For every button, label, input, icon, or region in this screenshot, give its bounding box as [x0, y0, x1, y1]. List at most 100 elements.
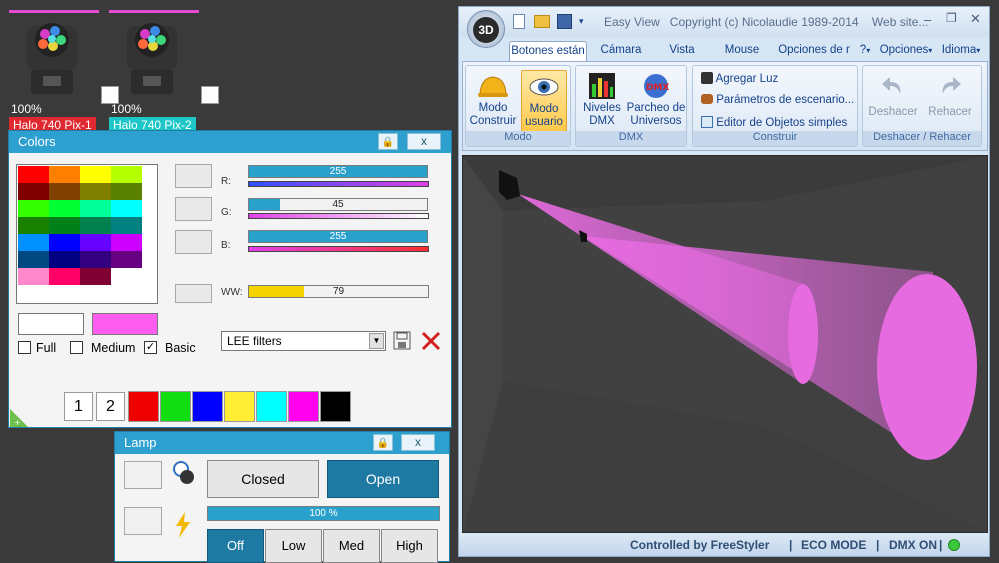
- quick-color-black[interactable]: [320, 391, 351, 422]
- dimmer-reset-button[interactable]: [124, 507, 162, 535]
- svg-text:+: +: [14, 418, 21, 427]
- palette-swatch[interactable]: [80, 268, 111, 285]
- save-icon[interactable]: [393, 331, 411, 350]
- palette-swatch[interactable]: [80, 251, 111, 268]
- palette-swatch[interactable]: [111, 234, 142, 251]
- palette-swatch[interactable]: [111, 183, 142, 200]
- palette-swatch[interactable]: [80, 200, 111, 217]
- rehacer-button[interactable]: Rehacer: [923, 70, 977, 132]
- preset-1-button[interactable]: 1: [64, 392, 93, 421]
- filter-select[interactable]: LEE filters ▼: [221, 331, 386, 351]
- open-button[interactable]: Open: [327, 460, 439, 498]
- tab-opciones[interactable]: Opciones▾: [875, 41, 937, 61]
- agregar-luz-button[interactable]: Agregar Luz: [701, 72, 778, 85]
- medium-checkbox[interactable]: [70, 341, 83, 354]
- mode-off-button[interactable]: Off: [207, 529, 264, 563]
- colors-panel-title[interactable]: Colors 🔒 x: [9, 131, 451, 153]
- quick-color-yellow[interactable]: [224, 391, 255, 422]
- palette-swatch[interactable]: [111, 217, 142, 234]
- palette-swatch[interactable]: [49, 200, 80, 217]
- fixture-1[interactable]: 100% Halo 740 Pix-1: [9, 10, 119, 133]
- basic-checkbox[interactable]: ✓: [144, 341, 157, 354]
- b-reset-button[interactable]: [175, 230, 212, 254]
- palette-swatch[interactable]: [49, 166, 80, 183]
- close-button[interactable]: x: [401, 434, 435, 451]
- ww-reset-button[interactable]: [175, 284, 212, 303]
- parametros-escenario-button[interactable]: Parámetros de escenario...: [701, 94, 854, 106]
- close-window-button[interactable]: ✕: [970, 11, 981, 27]
- tab-botones[interactable]: Botones están: [509, 41, 587, 61]
- lock-button[interactable]: 🔒: [373, 434, 393, 451]
- closed-button[interactable]: Closed: [207, 460, 319, 498]
- app-logo-button[interactable]: 3D: [467, 10, 505, 48]
- palette-swatch[interactable]: [80, 234, 111, 251]
- fixture-2[interactable]: 100% Halo 740 Pix-2: [109, 10, 219, 133]
- minimize-button[interactable]: –: [924, 12, 931, 27]
- modo-construir-button[interactable]: Modo Construir: [469, 70, 517, 132]
- palette-swatch[interactable]: [18, 166, 49, 183]
- editor-objetos-button[interactable]: Editor de Objetos simples: [701, 116, 847, 129]
- close-button[interactable]: x: [407, 133, 441, 150]
- moving-head-icon: [23, 18, 81, 98]
- fixture-checkbox[interactable]: [201, 86, 219, 104]
- fixture-intensity: 100%: [11, 102, 42, 116]
- palette-swatch[interactable]: [18, 251, 49, 268]
- quick-color-magenta[interactable]: [288, 391, 319, 422]
- palette-swatch[interactable]: [18, 268, 49, 285]
- tab-mouse[interactable]: Mouse: [717, 41, 767, 61]
- g-slider[interactable]: 45: [248, 198, 428, 211]
- palette-swatch[interactable]: [49, 268, 80, 285]
- palette-swatch[interactable]: [49, 251, 80, 268]
- quick-color-red[interactable]: [128, 391, 159, 422]
- palette-swatch[interactable]: [49, 234, 80, 251]
- quick-color-green[interactable]: [160, 391, 191, 422]
- r-reset-button[interactable]: [175, 164, 212, 188]
- full-checkbox[interactable]: [18, 341, 31, 354]
- g-reset-button[interactable]: [175, 197, 212, 221]
- palette-swatch[interactable]: [49, 217, 80, 234]
- 3d-viewport[interactable]: [462, 155, 988, 533]
- r-slider[interactable]: 255: [248, 165, 428, 178]
- palette-swatch[interactable]: [49, 183, 80, 200]
- delete-icon[interactable]: [420, 330, 442, 352]
- add-color-icon[interactable]: +: [10, 409, 28, 427]
- dimmer-slider[interactable]: 100 %: [207, 506, 440, 521]
- status-eco-mode: ECO MODE: [801, 538, 867, 552]
- mode-high-button[interactable]: High: [381, 529, 438, 563]
- lamp-panel-title[interactable]: Lamp 🔒 x: [115, 432, 449, 454]
- palette-swatch[interactable]: [80, 166, 111, 183]
- preset-2-button[interactable]: 2: [96, 392, 125, 421]
- niveles-dmx-button[interactable]: Niveles DMX: [580, 70, 624, 132]
- parcheo-universos-button[interactable]: DMX Parcheo de Universos: [626, 70, 686, 132]
- palette-swatch[interactable]: [111, 166, 142, 183]
- tab-help[interactable]: ?▾: [857, 41, 873, 61]
- palette-swatch[interactable]: [18, 200, 49, 217]
- save-file-icon[interactable]: [557, 14, 572, 29]
- mode-low-button[interactable]: Low: [265, 529, 322, 563]
- palette-swatch[interactable]: [18, 183, 49, 200]
- ww-slider[interactable]: 79: [248, 285, 429, 298]
- tab-opciones-de-r[interactable]: Opciones de r: [775, 41, 853, 61]
- tab-vista[interactable]: Vista: [657, 41, 707, 61]
- restore-button[interactable]: ❐: [946, 11, 957, 25]
- mode-med-button[interactable]: Med: [323, 529, 380, 563]
- palette-swatch[interactable]: [80, 183, 111, 200]
- new-file-icon[interactable]: [513, 14, 525, 29]
- tab-idioma[interactable]: Idioma▾: [937, 41, 985, 61]
- palette-swatch[interactable]: [111, 251, 142, 268]
- palette-swatch[interactable]: [80, 217, 111, 234]
- lock-button[interactable]: 🔒: [378, 133, 398, 150]
- deshacer-button[interactable]: Deshacer: [867, 70, 919, 132]
- palette-swatch[interactable]: [111, 200, 142, 217]
- palette-swatch[interactable]: [18, 234, 49, 251]
- open-folder-icon[interactable]: [534, 15, 550, 28]
- b-slider[interactable]: 255: [248, 230, 428, 243]
- palette-swatch[interactable]: [111, 268, 142, 285]
- shutter-reset-button[interactable]: [124, 461, 162, 489]
- palette-swatch[interactable]: [18, 217, 49, 234]
- tab-camara[interactable]: Cámara: [595, 41, 647, 61]
- qat-dropdown-icon[interactable]: ▾: [579, 16, 584, 27]
- quick-color-blue[interactable]: [192, 391, 223, 422]
- quick-color-cyan[interactable]: [256, 391, 287, 422]
- modo-usuario-button[interactable]: Modo usuario: [521, 70, 567, 132]
